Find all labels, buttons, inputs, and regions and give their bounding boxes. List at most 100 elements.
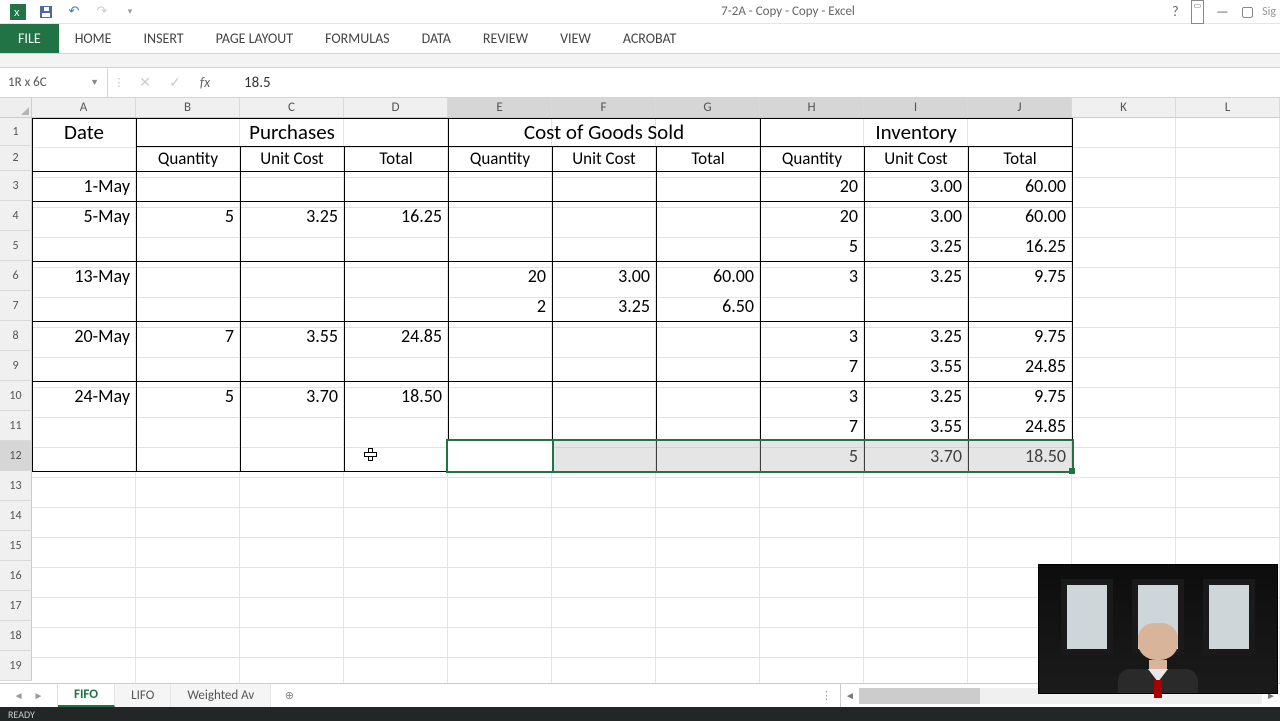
cell-date[interactable]: 20-May <box>32 321 136 351</box>
col-header-K[interactable]: K <box>1072 98 1176 117</box>
col-header-L[interactable]: L <box>1176 98 1280 117</box>
cell-i-cost[interactable]: 3.55 <box>864 411 968 441</box>
tab-data[interactable]: DATA <box>406 24 467 53</box>
cell-i-cost[interactable]: 3.00 <box>864 201 968 231</box>
cell-p-total[interactable]: 16.25 <box>344 201 448 231</box>
cell-i-qty[interactable]: 20 <box>760 201 864 231</box>
row-header-19[interactable]: 19 <box>0 651 32 681</box>
cell-p-total[interactable]: 18.50 <box>344 381 448 411</box>
col-header-A[interactable]: A <box>32 98 136 117</box>
cell-i-total[interactable]: 9.75 <box>968 381 1072 411</box>
cell-i-qty[interactable]: 7 <box>760 411 864 441</box>
cell-i-qty[interactable]: 20 <box>760 171 864 201</box>
cell-i-cost[interactable]: 3.55 <box>864 351 968 381</box>
row-header-12[interactable]: 12 <box>0 441 32 471</box>
tab-split-handle[interactable]: ⋮ <box>813 684 840 707</box>
undo-icon[interactable]: ↶ <box>60 0 88 24</box>
row-header-2[interactable]: 2 <box>0 146 32 171</box>
cell-i-total[interactable]: 16.25 <box>968 231 1072 261</box>
cell-p-total[interactable]: 24.85 <box>344 321 448 351</box>
tab-view[interactable]: VIEW <box>544 24 607 53</box>
cell-i-cost[interactable]: 3.70 <box>864 441 968 471</box>
cell-c-total[interactable]: 6.50 <box>656 291 760 321</box>
scroll-thumb[interactable] <box>859 688 980 704</box>
col-header-D[interactable]: D <box>344 98 448 117</box>
cell-i-cost[interactable]: 3.25 <box>864 321 968 351</box>
col-header-J[interactable]: J <box>968 98 1072 117</box>
col-header-E[interactable]: E <box>448 98 552 117</box>
cell-date[interactable]: 5-May <box>32 201 136 231</box>
row-header-8[interactable]: 8 <box>0 321 32 351</box>
subheader[interactable]: Total <box>344 146 448 171</box>
row-header-17[interactable]: 17 <box>0 591 32 621</box>
subheader[interactable]: Total <box>968 146 1072 171</box>
prev-sheet-icon[interactable]: ◄ <box>14 689 24 702</box>
cell-i-cost[interactable]: 3.00 <box>864 171 968 201</box>
select-all-corner[interactable] <box>0 98 32 117</box>
subheader[interactable]: Unit Cost <box>864 146 968 171</box>
subheader[interactable]: Total <box>656 146 760 171</box>
tab-home[interactable]: HOME <box>59 24 128 53</box>
subheader[interactable]: Quantity <box>448 146 552 171</box>
cell-i-cost[interactable]: 3.25 <box>864 381 968 411</box>
cell-i-cost[interactable]: 3.25 <box>864 231 968 261</box>
row-header-10[interactable]: 10 <box>0 381 32 411</box>
cell-p-cost[interactable]: 3.25 <box>240 201 344 231</box>
name-box[interactable]: 1R x 6C ▼ <box>0 68 108 97</box>
cell-i-qty[interactable]: 5 <box>760 231 864 261</box>
header-date[interactable]: Date <box>32 118 136 146</box>
sign-in-truncated[interactable]: Sig <box>1262 0 1280 24</box>
cell-date[interactable]: 13-May <box>32 261 136 291</box>
row-header-3[interactable]: 3 <box>0 171 32 201</box>
tab-insert[interactable]: INSERT <box>128 24 200 53</box>
minimize-icon[interactable]: — <box>1216 0 1229 24</box>
row-header-14[interactable]: 14 <box>0 501 32 531</box>
next-sheet-icon[interactable]: ► <box>34 689 44 702</box>
header-inventory[interactable]: Inventory <box>760 118 1072 146</box>
qat-dropdown-icon[interactable]: ▾ <box>116 0 144 24</box>
sheet-tab-lifo[interactable]: LIFO <box>115 684 171 707</box>
cell-i-qty[interactable]: 5 <box>760 441 864 471</box>
sheet-nav[interactable]: ◄ ► <box>0 684 58 707</box>
col-header-F[interactable]: F <box>552 98 656 117</box>
row-header-7[interactable]: 7 <box>0 291 32 321</box>
cell-i-qty[interactable]: 3 <box>760 321 864 351</box>
col-header-G[interactable]: G <box>656 98 760 117</box>
name-box-dropdown-icon[interactable]: ▼ <box>86 77 103 88</box>
enter-icon[interactable]: ✓ <box>160 74 190 91</box>
new-sheet-icon[interactable]: ⊕ <box>271 684 307 707</box>
row-header-6[interactable]: 6 <box>0 261 32 291</box>
fx-icon[interactable]: fx <box>190 74 220 91</box>
file-tab[interactable]: FILE <box>0 24 59 53</box>
cell-c-qty[interactable]: 2 <box>448 291 552 321</box>
cell-p-qty[interactable]: 5 <box>136 381 240 411</box>
subheader[interactable]: Quantity <box>136 146 240 171</box>
row-header-18[interactable]: 18 <box>0 621 32 651</box>
cell-i-total[interactable]: 9.75 <box>968 261 1072 291</box>
cell-p-qty[interactable]: 5 <box>136 201 240 231</box>
sheet-tab-fifo[interactable]: FIFO <box>58 684 115 707</box>
col-header-I[interactable]: I <box>864 98 968 117</box>
cell-i-qty[interactable]: 3 <box>760 381 864 411</box>
save-icon[interactable] <box>32 5 60 19</box>
cell-c-qty[interactable]: 20 <box>448 261 552 291</box>
cell-date[interactable]: 24-May <box>32 381 136 411</box>
tab-review[interactable]: REVIEW <box>467 24 544 53</box>
formula-input[interactable]: 18.5 <box>220 74 1280 92</box>
cell-p-cost[interactable]: 3.70 <box>240 381 344 411</box>
scroll-left-icon[interactable]: ◄ <box>841 689 859 702</box>
header-cogs[interactable]: Cost of Goods Sold <box>448 118 760 146</box>
cell-p-qty[interactable]: 7 <box>136 321 240 351</box>
cell-i-total[interactable]: 9.75 <box>968 321 1072 351</box>
cell-i-total[interactable]: 60.00 <box>968 171 1072 201</box>
cell-i-total[interactable]: 24.85 <box>968 351 1072 381</box>
cell-i-cost[interactable]: 3.25 <box>864 261 968 291</box>
subheader[interactable]: Quantity <box>760 146 864 171</box>
col-header-H[interactable]: H <box>760 98 864 117</box>
tab-page-layout[interactable]: PAGE LAYOUT <box>200 24 309 53</box>
sheet-tab-weighted-av[interactable]: Weighted Av <box>171 684 271 707</box>
cell-c-cost[interactable]: 3.00 <box>552 261 656 291</box>
maximize-icon[interactable]: ▢ <box>1241 0 1254 24</box>
help-icon[interactable]: ? <box>1172 0 1179 24</box>
tab-acrobat[interactable]: ACROBAT <box>607 24 693 53</box>
